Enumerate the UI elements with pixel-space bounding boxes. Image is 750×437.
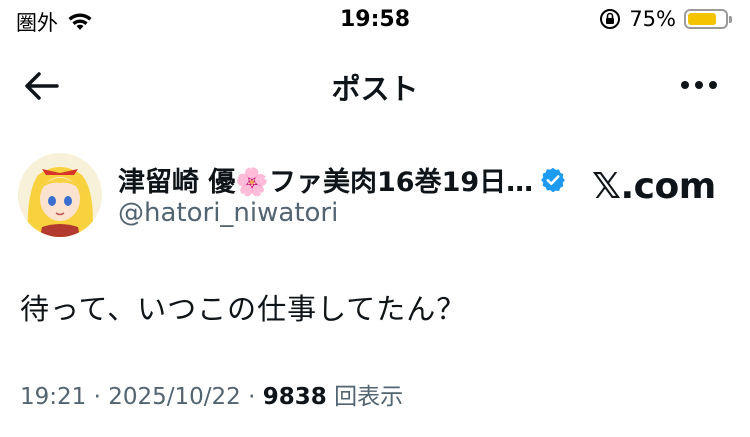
battery-icon — [684, 9, 732, 29]
tweet-time[interactable]: 19:21 — [20, 384, 86, 410]
verified-badge-icon — [541, 167, 566, 192]
author-name-text: 津留崎 優🌸ファ美肉16巻19日… — [118, 167, 534, 198]
battery-percent: 75% — [629, 7, 676, 31]
author-display-name[interactable]: 津留崎 優🌸ファ美肉16巻19日… — [118, 160, 567, 199]
page-title: ポスト — [331, 72, 419, 106]
tweet-text: 待って、いつこの仕事してたん？ — [20, 292, 467, 326]
more-button[interactable] — [674, 68, 724, 102]
view-count-label: 回表示 — [334, 384, 404, 410]
avatar-image — [18, 153, 102, 237]
nav-bar: ポスト — [0, 56, 750, 112]
rotation-lock-icon — [600, 9, 621, 29]
tweet-date[interactable]: 2025/10/22 — [108, 384, 241, 410]
status-bar: 圏外 19:58 75% — [0, 0, 750, 44]
meta-separator: · — [240, 384, 263, 410]
more-horizontal-icon — [681, 81, 689, 89]
meta-separator: · — [86, 384, 109, 410]
avatar[interactable] — [18, 153, 102, 237]
tweet-meta: 19:21 · 2025/10/22 · 9838 回表示 — [20, 377, 403, 411]
status-right: 75% — [599, 7, 732, 31]
x-watermark: 𝕏.com — [592, 166, 716, 207]
author-handle[interactable]: @hatori_niwatori — [118, 198, 338, 228]
view-count: 9838 — [262, 384, 327, 410]
